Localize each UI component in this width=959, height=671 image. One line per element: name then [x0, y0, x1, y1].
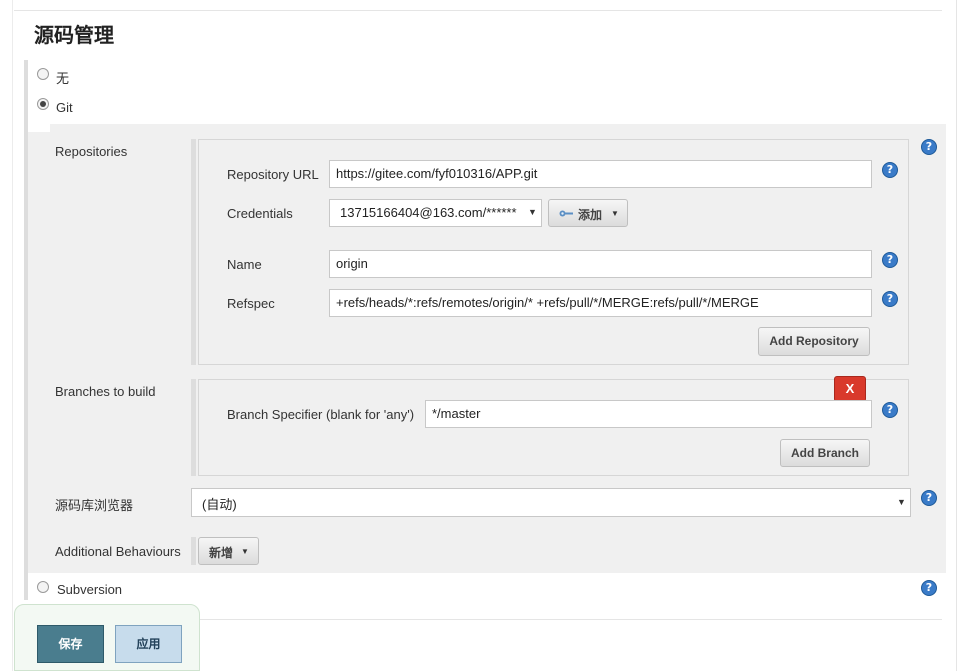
scm-git-radio[interactable] — [37, 98, 49, 110]
subversion-help-icon[interactable]: ? — [921, 580, 937, 596]
refspec-label: Refspec — [227, 296, 275, 311]
credentials-label: Credentials — [227, 206, 293, 221]
branches-bar — [191, 379, 196, 476]
page-left-border — [12, 0, 13, 671]
scm-git-label[interactable]: Git — [56, 100, 73, 115]
repositories-help-icon[interactable]: ? — [921, 139, 937, 155]
repository-url-input[interactable]: https://gitee.com/fyf010316/APP.git — [329, 160, 872, 188]
name-input[interactable]: origin — [329, 250, 872, 278]
additional-behaviours-label: Additional Behaviours — [55, 544, 181, 559]
repository-browser-caret-down-icon: ▼ — [897, 497, 906, 507]
credentials-value: 13715166404@163.com/****** — [340, 205, 517, 220]
repositories-bar — [191, 139, 196, 365]
repository-url-help-icon[interactable]: ? — [882, 162, 898, 178]
branch-specifier-help-icon[interactable]: ? — [882, 402, 898, 418]
scm-none-label[interactable]: 无 — [56, 68, 69, 87]
branches-label: Branches to build — [55, 384, 156, 399]
repositories-label: Repositories — [55, 144, 128, 159]
scm-none-radio[interactable] — [37, 68, 49, 80]
branch-specifier-label: Branch Specifier (blank for 'any') — [227, 407, 415, 422]
branch-specifier-input[interactable]: */master — [425, 400, 872, 428]
key-icon — [559, 210, 573, 217]
add-behaviour-caret-down-icon: ▼ — [241, 547, 249, 556]
repository-browser-value: (自动) — [202, 497, 237, 512]
repository-browser-help-icon[interactable]: ? — [921, 490, 937, 506]
repository-browser-label: 源码库浏览器 — [55, 498, 134, 513]
add-repository-button[interactable]: Add Repository — [758, 327, 870, 356]
repository-browser-select[interactable]: (自动) — [191, 488, 911, 517]
add-credentials-label: 添加 — [578, 208, 603, 222]
save-button[interactable]: 保存 — [37, 625, 104, 663]
footer-bar: 保存 应用 — [14, 604, 200, 671]
panel-notch — [28, 124, 50, 132]
credentials-select[interactable]: 13715166404@163.com/****** — [329, 199, 542, 227]
apply-button[interactable]: 应用 — [115, 625, 182, 663]
page-right-border — [956, 0, 957, 671]
add-behaviour-label: 新增 — [209, 546, 234, 560]
credentials-caret-down-icon: ▼ — [528, 207, 537, 217]
section-title: 源码管理 — [34, 25, 114, 47]
refspec-help-icon[interactable]: ? — [882, 291, 898, 307]
refspec-input[interactable]: +refs/heads/*:refs/remotes/origin/* +ref… — [329, 289, 872, 317]
add-credentials-button[interactable]: 添加 ▼ — [548, 199, 628, 227]
section-top-divider — [14, 10, 942, 11]
add-behaviour-button[interactable]: 新增 ▼ — [198, 537, 259, 565]
repository-url-label: Repository URL — [227, 167, 319, 182]
add-credentials-caret-down-icon: ▼ — [611, 209, 619, 218]
name-label: Name — [227, 257, 262, 272]
name-help-icon[interactable]: ? — [882, 252, 898, 268]
delete-branch-button[interactable]: X — [834, 376, 866, 402]
behaviours-bar — [191, 537, 196, 565]
scm-subversion-label[interactable]: Subversion — [57, 582, 122, 597]
add-branch-button[interactable]: Add Branch — [780, 439, 870, 467]
scm-subversion-radio[interactable] — [37, 581, 49, 593]
